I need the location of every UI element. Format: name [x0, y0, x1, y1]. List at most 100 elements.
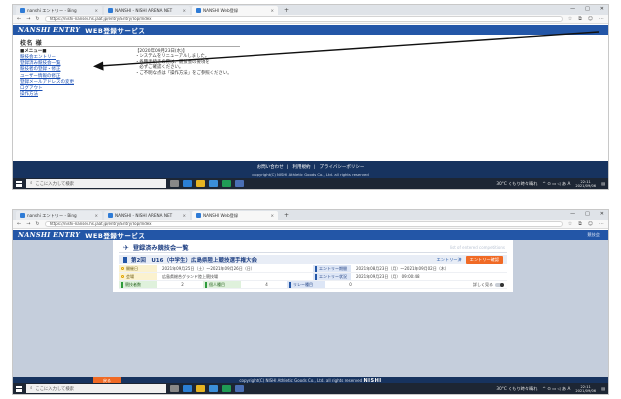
app-icon[interactable] [235, 385, 244, 392]
info-label: エントリー期間 [313, 265, 351, 272]
more-icon[interactable]: ⋯ [599, 221, 604, 227]
address-bar: ← → ↻ https://nishi-nansei.hs.jaaf.jp/en… [13, 220, 608, 229]
square-icon [205, 281, 207, 288]
annotation-arrow [93, 31, 600, 71]
browser-toolbar-icons: ☆ ⧉ ☺ ⋯ [568, 221, 604, 227]
count-label-text: 競技者数 [125, 281, 141, 287]
count-row: 競技者数 2 個人種目 4 リレー種目 0 詳しく見る [119, 281, 507, 289]
info-value: 2021年09月23日（月） 09:00:48 [356, 273, 420, 279]
tab-label: NANSHI Web登録 [203, 212, 239, 218]
main-content: ✈ 登録済み競技会一覧 list of entered competitions… [13, 240, 608, 377]
site-logo[interactable]: NANSHI ENTRY [18, 231, 80, 239]
close-icon[interactable]: × [94, 213, 98, 218]
page-title-text: 登録済み競技会一覧 [132, 245, 189, 252]
system-tray: 30°C くもり時々晴れ ^ ⊙ ▭ ◁ あ A 22:11 2021/09/06… [496, 385, 605, 393]
event-header: 第2回 U16（中学生）広島県陸上競技選手権大会 エントリー済 エントリー確認 [119, 255, 507, 264]
clock[interactable]: 22:11 2021/09/06 [575, 385, 596, 393]
page-subtitle: list of entered competitions [449, 245, 505, 250]
site-icon [108, 213, 113, 218]
count-label: 個人種目 [203, 281, 241, 288]
circle-icon [121, 275, 124, 278]
info-label: エントリー状況 [313, 273, 351, 280]
screenshot-menu: nanshi エントリー - Bing × NANSHI - NISHI AREN… [12, 4, 609, 190]
square-icon [315, 273, 317, 280]
explorer-icon[interactable] [196, 385, 205, 392]
excel-icon[interactable] [222, 385, 231, 392]
back-icon[interactable]: ← [17, 221, 21, 227]
competition-panel: ✈ 登録済み競技会一覧 list of entered competitions… [113, 240, 513, 292]
event-info-grid: 開催日 2021年09月25日（土）〜2021年09月26日（日） エントリー期… [119, 265, 507, 289]
square-icon [315, 265, 317, 272]
task-view-icon[interactable] [170, 385, 179, 392]
count-value: 2 [181, 282, 184, 287]
search-icon: ⌕ [30, 386, 33, 391]
browser-tab[interactable]: nanshi エントリー - Bing × [16, 211, 102, 220]
close-icon[interactable]: × [270, 213, 274, 218]
info-row: 会場 広島県総合グランド陸上競技場 エントリー状況 2021年09月23日（月）… [119, 273, 507, 281]
info-value: 2021年08月23日（月）〜2021年09月02日（木） [356, 265, 449, 271]
browser-tab-active[interactable]: NANSHI Web登録 × [192, 211, 278, 220]
arrow-line [98, 31, 600, 67]
square-icon [121, 281, 123, 288]
info-label-text: エントリー状況 [319, 273, 347, 279]
divider [119, 252, 507, 253]
site-header: NANSHI ENTRY WEB登録サービス 競技会 [13, 230, 608, 240]
screenshot-registered-list: nanshi エントリー - Bing × NANSHI - NISHI AREN… [12, 209, 609, 395]
reload-icon[interactable]: ↻ [35, 221, 39, 227]
minimize-button[interactable]: — [570, 211, 575, 217]
info-label-text: 開催日 [126, 265, 138, 271]
windows-start-icon[interactable] [16, 385, 22, 392]
count-value: 4 [265, 282, 268, 287]
profile-icon[interactable]: ☺ [588, 221, 593, 227]
edge-icon[interactable] [183, 385, 192, 392]
count-label: リレー種目 [287, 281, 325, 288]
browser-tab-strip: nanshi エントリー - Bing × NANSHI - NISHI AREN… [13, 210, 608, 220]
search-placeholder: ここに入力して検索 [35, 386, 74, 392]
runner-icon: ✈ [123, 243, 129, 252]
count-label-text: リレー種目 [293, 281, 313, 287]
window-controls: — □ ✕ [570, 211, 604, 217]
info-row: 開催日 2021年09月25日（土）〜2021年09月26日（日） エントリー期… [119, 265, 507, 273]
toggle-switch[interactable] [495, 282, 504, 287]
details-toggle[interactable]: 詳しく見る [371, 282, 507, 288]
info-label: 会場 [119, 273, 157, 280]
tab-label: nanshi エントリー - Bing [27, 212, 77, 218]
event-name: 第2回 U16（中学生）広島県陸上競技選手権大会 [131, 257, 257, 264]
site-icon [196, 213, 201, 218]
tab-label: NANSHI - NISHI ARENA NET [115, 213, 173, 218]
notification-icon[interactable]: ▤ [601, 386, 605, 391]
circle-icon [121, 267, 124, 270]
service-title: WEB登録サービス [85, 232, 146, 240]
info-value: 2021年09月25日（土）〜2021年09月26日（日） [162, 265, 255, 271]
favorite-icon[interactable]: ☆ [568, 221, 572, 227]
maximize-button[interactable]: □ [585, 211, 590, 217]
event-marker-icon [123, 256, 127, 263]
arrow-head [93, 61, 104, 71]
weather-widget[interactable]: 30°C くもり時々晴れ [496, 386, 537, 392]
entry-confirm-button[interactable]: エントリー確認 [465, 255, 503, 264]
close-icon[interactable]: × [182, 213, 186, 218]
url-field[interactable]: https://nishi-nansei.hs.jaaf.jp/entry/En… [44, 221, 563, 227]
store-icon[interactable] [209, 385, 218, 392]
count-label-text: 個人種目 [209, 281, 225, 287]
forward-icon[interactable]: → [26, 221, 30, 227]
info-value: 広島県総合グランド陸上競技場 [162, 273, 218, 279]
tray-icons[interactable]: ^ ⊙ ▭ ◁ あ A [542, 386, 570, 392]
info-label: 開催日 [119, 265, 157, 272]
count-label: 競技者数 [119, 281, 157, 288]
browser-tab[interactable]: NANSHI - NISHI ARENA NET × [104, 211, 190, 220]
new-tab-button[interactable]: + [280, 211, 293, 220]
page-title: ✈ 登録済み競技会一覧 [123, 243, 189, 253]
info-label-text: エントリー期間 [319, 265, 347, 271]
details-toggle-label: 詳しく見る [473, 281, 493, 287]
taskbar-search[interactable]: ⌕ ここに入力して検索 [26, 384, 166, 393]
entry-status-label: エントリー済 [436, 256, 462, 262]
taskbar: ⌕ ここに入力して検索 30°C くもり時々晴れ ^ ⊙ ▭ ◁ あ A 22:1… [13, 383, 608, 394]
bing-icon [20, 213, 25, 218]
info-label-text: 会場 [126, 273, 134, 279]
close-window-button[interactable]: ✕ [600, 211, 604, 217]
header-competition-label: 競技会 [587, 232, 600, 237]
square-icon [289, 281, 291, 288]
collections-icon[interactable]: ⧉ [578, 221, 582, 227]
count-value: 0 [349, 282, 352, 287]
